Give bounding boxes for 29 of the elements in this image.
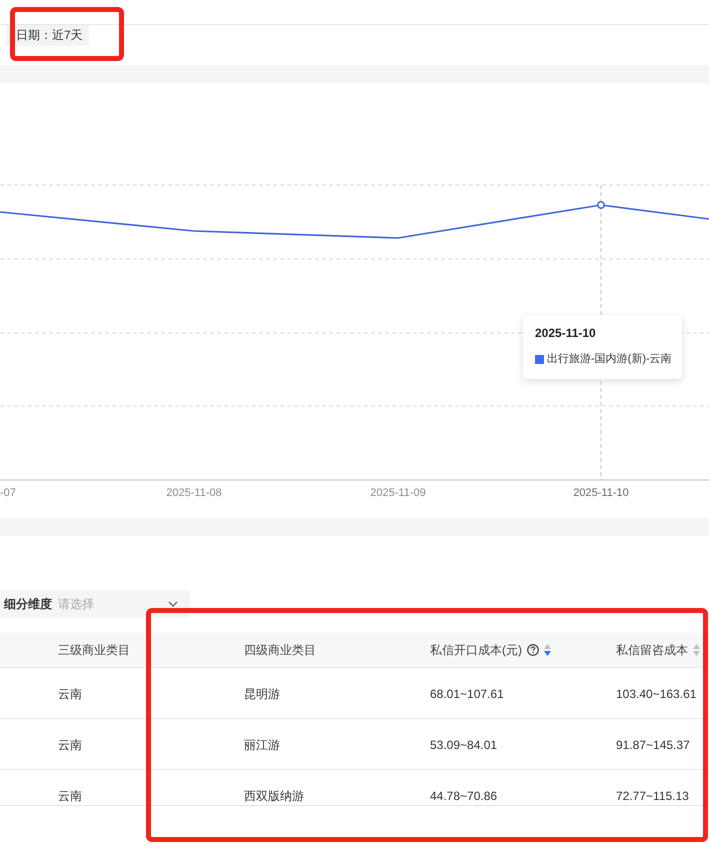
level4-category: 昆明游 xyxy=(244,687,280,701)
dm-lead-cost: 103.40~163.61 xyxy=(616,687,696,701)
series-swatch-icon xyxy=(535,354,544,364)
help-icon[interactable] xyxy=(527,644,539,656)
column-header: 四级商业类目 xyxy=(244,642,316,658)
axis-label: 2025-11-08 xyxy=(166,487,222,499)
series-name: 出行旅游-国内游(新)-云南 xyxy=(547,352,672,367)
level3-category: 云南 xyxy=(58,687,82,701)
axis-label: 2025-11-10 xyxy=(573,487,629,499)
dm-lead-cost: 72.77~115.13 xyxy=(616,789,689,803)
column-header[interactable]: 私信开口成本(元) xyxy=(430,642,551,658)
level4-category: 西双版纳游 xyxy=(244,789,304,803)
sort-icon[interactable] xyxy=(544,644,551,656)
column-header: 三级商业类目 xyxy=(58,642,130,658)
dm-open-cost: 44.78~70.86 xyxy=(430,789,498,803)
dimension-select[interactable]: 细分维度 请选择 xyxy=(0,590,190,618)
dm-open-cost: 68.01~107.61 xyxy=(430,687,504,701)
level3-category: 云南 xyxy=(58,738,82,752)
axis-label: -07 xyxy=(0,487,16,499)
axis-label: 2025-11-09 xyxy=(370,487,426,499)
dm-lead-cost: 91.87~145.37 xyxy=(616,738,690,752)
dm-open-cost: 53.09~84.01 xyxy=(430,738,498,752)
column-header[interactable]: 私信留咨成本 xyxy=(616,642,700,658)
level4-category: 丽江游 xyxy=(244,738,280,752)
level3-category: 云南 xyxy=(58,789,82,803)
chevron-down-icon xyxy=(168,601,178,607)
date-range-tag[interactable]: 日期：近7天 xyxy=(6,25,89,46)
tooltip-date: 2025-11-10 xyxy=(535,325,596,341)
point-marker-icon xyxy=(597,201,605,209)
